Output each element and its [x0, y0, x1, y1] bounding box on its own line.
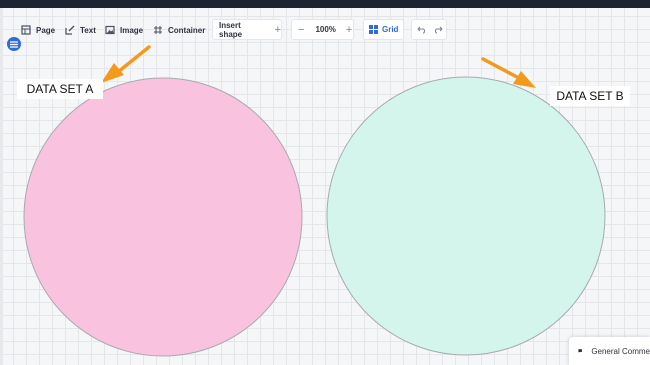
grid-icon	[369, 25, 378, 34]
general-comments-label: General Comme	[591, 346, 650, 356]
undo-icon[interactable]	[417, 26, 426, 34]
arrow-b-head	[513, 71, 536, 88]
insert-shape-label: Insert shape	[219, 20, 243, 39]
arrow-b-shaft	[481, 57, 519, 79]
circle-data-set-a[interactable]	[23, 77, 303, 357]
plus-icon[interactable]: +	[346, 24, 352, 36]
redo-icon[interactable]	[434, 26, 443, 34]
label-data-set-a[interactable]: DATA SET A	[17, 79, 103, 99]
comment-icon	[578, 349, 582, 353]
container-tool-label: Container	[168, 25, 206, 35]
grid-toggle[interactable]: Grid	[363, 19, 404, 40]
arrow-a-head	[101, 63, 124, 83]
image-icon	[105, 25, 115, 35]
circle-a[interactable]	[23, 77, 303, 357]
image-tool-label: Image	[120, 25, 144, 35]
menu-icon	[10, 40, 18, 48]
canvas	[23, 45, 606, 357]
text-tool[interactable]: Text	[65, 20, 96, 40]
text-tool-label: Text	[80, 25, 96, 35]
label-data-set-b[interactable]: DATA SET B	[550, 86, 630, 106]
image-tool[interactable]: Image	[105, 20, 143, 40]
zoom-value: 100%	[315, 25, 336, 34]
circle-data-set-b[interactable]	[326, 76, 606, 356]
grid-label: Grid	[382, 25, 399, 34]
circle-b[interactable]	[326, 76, 606, 356]
page-tool-label: Page	[36, 25, 56, 35]
menu-button[interactable]	[7, 37, 21, 51]
arrow-a[interactable]	[101, 45, 151, 83]
insert-shape-button[interactable]: Insert shape +	[212, 19, 282, 40]
minus-icon[interactable]: −	[298, 24, 304, 36]
text-edit-icon	[65, 25, 75, 35]
container-icon	[154, 26, 162, 34]
container-tool[interactable]: Container	[153, 20, 205, 40]
page-icon	[21, 25, 31, 35]
history-controls	[411, 19, 447, 40]
general-comments-tab[interactable]: General Comme	[569, 337, 650, 365]
plus-icon: +	[274, 23, 281, 36]
page-tool[interactable]: Page	[21, 20, 55, 40]
zoom-control[interactable]: − 100% +	[291, 19, 354, 40]
arrow-a-shaft	[116, 45, 151, 74]
